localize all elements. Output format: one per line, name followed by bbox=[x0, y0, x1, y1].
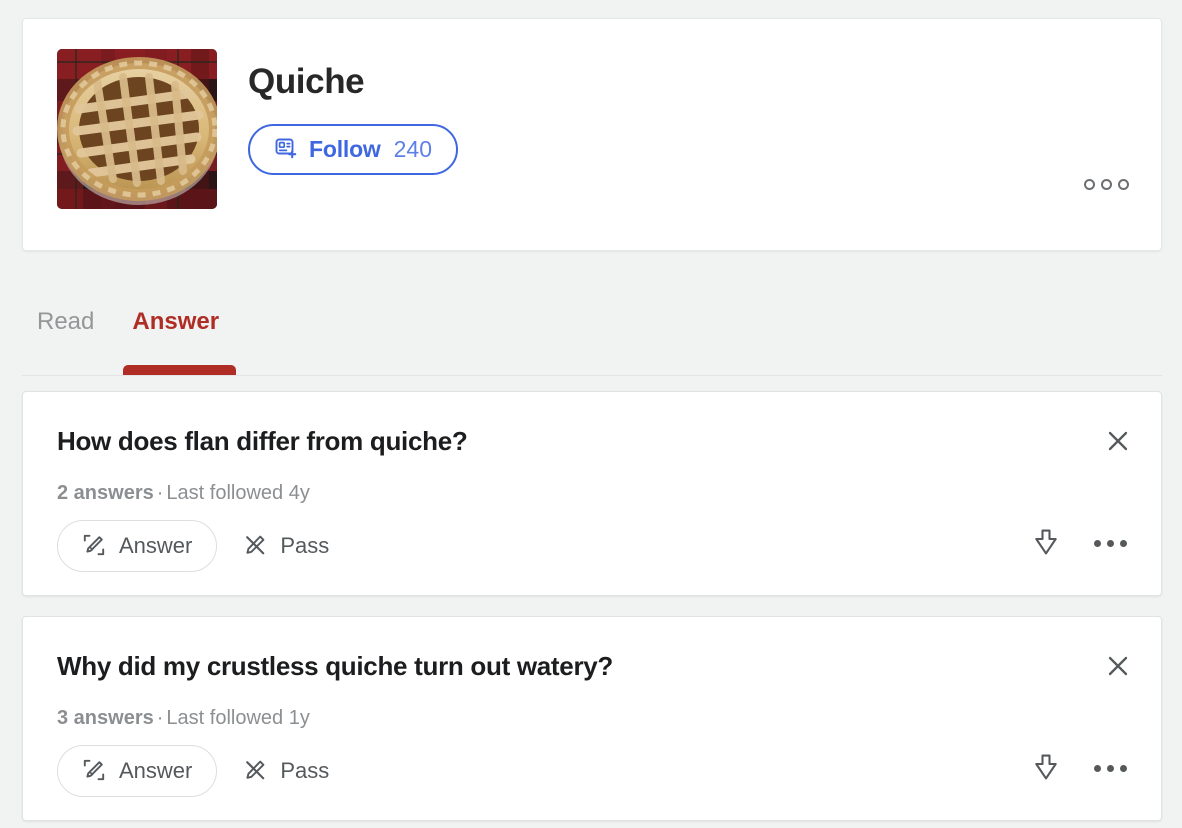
downvote-button[interactable] bbox=[1028, 749, 1064, 787]
pass-button[interactable]: Pass bbox=[235, 520, 337, 572]
meta-separator: · bbox=[156, 482, 164, 504]
close-icon bbox=[1108, 656, 1128, 676]
question-more-options-button[interactable] bbox=[1090, 761, 1131, 776]
follow-button[interactable]: Follow 240 bbox=[248, 123, 458, 175]
tab-read[interactable]: Read bbox=[37, 300, 94, 334]
question-title[interactable]: Why did my crustless quiche turn out wat… bbox=[57, 651, 613, 682]
question-card: Why did my crustless quiche turn out wat… bbox=[22, 616, 1162, 821]
answers-count: 2 answers bbox=[57, 482, 154, 504]
dismiss-question-button[interactable] bbox=[1103, 651, 1133, 681]
pass-crossed-pencil-icon bbox=[243, 758, 267, 785]
meta-separator: · bbox=[156, 707, 164, 729]
topic-more-options-button[interactable] bbox=[1084, 179, 1129, 190]
last-followed: Last followed 4y bbox=[166, 482, 310, 504]
more-horizontal-icon bbox=[1094, 764, 1127, 772]
more-horizontal-icon bbox=[1101, 179, 1112, 190]
tab-answer[interactable]: Answer bbox=[132, 300, 219, 334]
topic-title: Quiche bbox=[248, 62, 365, 101]
downvote-arrow-icon bbox=[1035, 754, 1057, 780]
tabs-divider bbox=[22, 375, 1162, 376]
downvote-arrow-icon bbox=[1035, 529, 1057, 555]
answer-button-label: Answer bbox=[119, 533, 193, 558]
answer-button[interactable]: Answer bbox=[57, 520, 218, 572]
question-right-actions bbox=[1028, 524, 1131, 562]
answers-count: 3 answers bbox=[57, 707, 154, 729]
topic-header-card: Quiche Follow 240 bbox=[22, 18, 1162, 251]
topic-text-block: Quiche Follow 240 bbox=[248, 49, 458, 175]
close-icon bbox=[1108, 431, 1128, 451]
dismiss-question-button[interactable] bbox=[1103, 426, 1133, 456]
answer-pencil-icon bbox=[82, 533, 106, 560]
question-meta: 3 answers · Last followed 1y bbox=[57, 707, 310, 730]
pass-button-label: Pass bbox=[280, 758, 330, 783]
active-tab-underline bbox=[123, 365, 236, 375]
follow-topic-icon bbox=[274, 136, 298, 163]
follow-button-label: Follow bbox=[309, 135, 381, 162]
pass-crossed-pencil-icon bbox=[243, 533, 267, 560]
question-right-actions bbox=[1028, 749, 1131, 787]
question-more-options-button[interactable] bbox=[1090, 536, 1131, 551]
answer-pencil-icon bbox=[82, 758, 106, 785]
question-title[interactable]: How does flan differ from quiche? bbox=[57, 426, 468, 457]
quora-topic-page: Quiche Follow 240 Read Answer How does f… bbox=[0, 0, 1182, 828]
more-horizontal-icon bbox=[1084, 179, 1095, 190]
downvote-button[interactable] bbox=[1028, 524, 1064, 562]
follow-count: 240 bbox=[393, 135, 432, 162]
pass-button-label: Pass bbox=[280, 533, 330, 558]
answer-button[interactable]: Answer bbox=[57, 745, 218, 797]
pass-button[interactable]: Pass bbox=[235, 745, 337, 797]
topic-tabs: Read Answer bbox=[22, 300, 1162, 376]
topic-header-content: Quiche Follow 240 bbox=[57, 49, 458, 209]
question-meta: 2 answers · Last followed 4y bbox=[57, 482, 310, 505]
answer-button-label: Answer bbox=[119, 758, 193, 783]
more-horizontal-icon bbox=[1094, 539, 1127, 547]
question-card: How does flan differ from quiche? 2 answ… bbox=[22, 391, 1162, 596]
topic-thumbnail-image bbox=[57, 49, 217, 209]
last-followed: Last followed 1y bbox=[166, 707, 310, 729]
question-actions: Answer Pass bbox=[57, 745, 337, 797]
question-actions: Answer Pass bbox=[57, 520, 337, 572]
more-horizontal-icon bbox=[1118, 179, 1129, 190]
